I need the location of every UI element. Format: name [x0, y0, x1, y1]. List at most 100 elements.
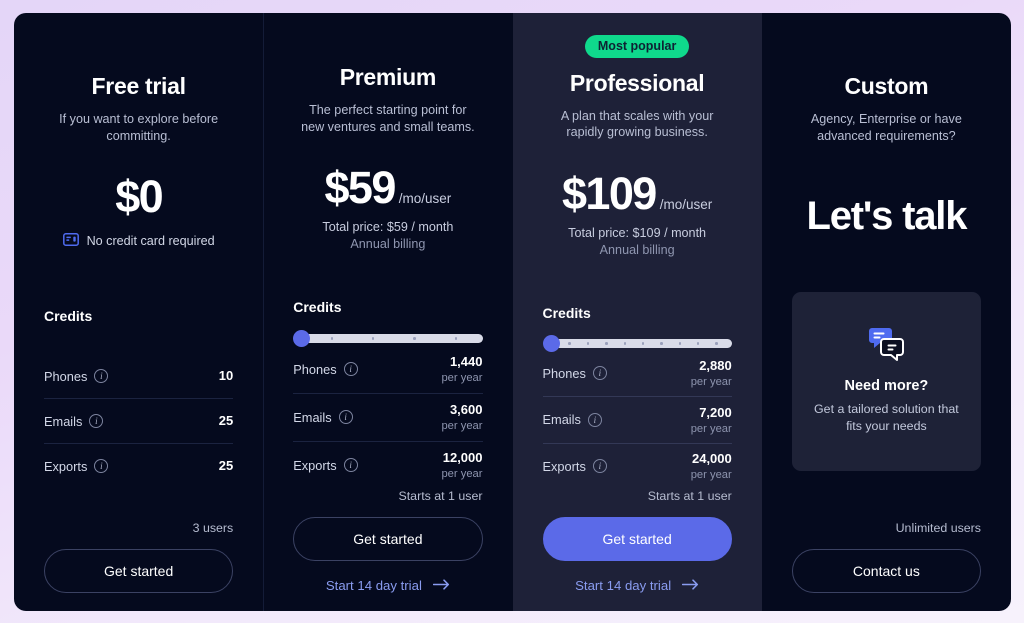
credit-label: Emails i: [543, 412, 602, 427]
users-note: Starts at 1 user: [398, 489, 483, 503]
get-started-button[interactable]: Get started: [542, 517, 732, 561]
credits-slider[interactable]: [542, 335, 732, 353]
plan-column-custom: Custom Agency, Enterprise or have advanc…: [762, 13, 1011, 611]
info-icon[interactable]: i: [94, 459, 109, 474]
need-more-card: Need more? Get a tailored solution that …: [791, 292, 981, 471]
plan-footer: Starts at 1 user Get started Start 14 da…: [542, 489, 732, 611]
badge-slot: [44, 35, 233, 61]
slider-track[interactable]: [554, 339, 732, 349]
credit-label: Phones i: [543, 366, 607, 381]
plan-footer: 3 users Get started: [44, 521, 234, 611]
slider-tick: [605, 342, 608, 345]
slider-tick: [623, 342, 626, 345]
lets-talk-headline: Let's talk: [806, 194, 967, 239]
start-trial-label: Start 14 day trial: [325, 578, 422, 593]
credit-number: 1,440: [449, 354, 483, 370]
credit-row: Exports i 24,000 per year: [543, 444, 732, 489]
credits-heading: Credits: [44, 308, 93, 325]
contact-us-button[interactable]: Contact us: [791, 549, 981, 593]
credit-period: per year: [690, 469, 732, 482]
credit-value: 25: [219, 412, 233, 430]
price-note: No credit card required: [44, 233, 233, 249]
plan-description: If you want to explore before committing…: [59, 112, 219, 143]
plan-column-professional: Most popular Professional A plan that sc…: [512, 13, 762, 611]
start-trial-link[interactable]: Start 14 day trial: [543, 578, 732, 593]
credit-number: 10: [218, 368, 234, 384]
credit-row: Emails i 7,200 per year: [542, 397, 732, 444]
slider-tick: [330, 337, 334, 340]
get-started-button[interactable]: Get started: [293, 517, 483, 561]
badge-slot: Most popular: [543, 35, 732, 58]
arrow-right-icon: [432, 578, 450, 593]
credit-label: Exports i: [543, 459, 607, 474]
badge-slot: [293, 35, 482, 52]
credit-period: per year: [690, 422, 732, 435]
plan-description: The perfect starting point for new ventu…: [301, 103, 475, 134]
info-icon[interactable]: i: [94, 369, 109, 384]
credit-number: 3,600: [449, 402, 483, 418]
credit-value: 12,000 per year: [441, 449, 482, 481]
need-more-text: Get a tailored solution that fits your n…: [814, 402, 959, 433]
start-trial-label: Start 14 day trial: [575, 578, 672, 593]
price-amount: $59: [324, 162, 396, 214]
credit-row: Exports i 12,000 per year: [293, 442, 482, 489]
slider-tick: [660, 342, 663, 345]
slider-thumb[interactable]: [293, 329, 311, 347]
plan-title: Custom: [844, 73, 929, 99]
credit-name: Phones: [44, 368, 88, 384]
info-icon[interactable]: i: [338, 410, 353, 425]
price-total: Total price: $59 / month: [322, 220, 454, 235]
users-note: 3 users: [192, 521, 234, 535]
price-line: $109 /mo/user: [543, 171, 732, 216]
credit-period: per year: [690, 376, 732, 389]
credits-slider[interactable]: [293, 329, 483, 347]
credit-row: Phones i 1,440 per year: [293, 345, 483, 394]
start-trial-link[interactable]: Start 14 day trial: [293, 578, 482, 593]
credits-spacer: [44, 324, 233, 354]
info-icon[interactable]: i: [89, 414, 104, 429]
credit-label: Emails i: [293, 409, 353, 425]
price-unit: /mo/user: [398, 191, 452, 207]
credit-value: 10: [219, 367, 233, 385]
info-icon[interactable]: i: [592, 459, 607, 474]
credit-row: Emails i 25: [44, 399, 234, 445]
credit-label: Phones i: [44, 368, 109, 384]
credit-value: 25: [219, 457, 233, 475]
slider-thumb[interactable]: [542, 335, 560, 353]
price-note-label: No credit card required: [86, 234, 215, 249]
credit-row: Exports i 25: [44, 444, 233, 488]
credit-value: 2,880 per year: [691, 357, 732, 389]
info-icon[interactable]: i: [343, 362, 358, 377]
credit-card-icon: [62, 233, 79, 249]
pricing-board: Free trial If you want to explore before…: [14, 13, 1011, 611]
slider-tick: [568, 342, 571, 345]
info-icon[interactable]: i: [587, 412, 602, 427]
credit-number: 12,000: [442, 450, 483, 466]
slider-tick: [715, 342, 718, 345]
slider-tick: [413, 337, 416, 340]
price-amount: $0: [115, 171, 163, 223]
slider-track[interactable]: [305, 333, 483, 343]
credit-number: 25: [218, 458, 234, 474]
credit-number: 24,000: [691, 451, 732, 467]
info-icon[interactable]: i: [592, 366, 607, 381]
credit-name: Emails: [542, 412, 581, 428]
credit-period: per year: [441, 372, 483, 385]
need-more-title: Need more?: [844, 378, 929, 395]
credits-heading: Credits: [542, 304, 591, 321]
price-amount: $109: [562, 167, 657, 219]
credit-period: per year: [441, 468, 483, 481]
info-icon[interactable]: i: [343, 458, 358, 473]
get-started-button[interactable]: Get started: [44, 549, 234, 593]
credit-value: 1,440 per year: [441, 353, 482, 385]
credit-value: 7,200 per year: [691, 404, 732, 436]
credit-name: Phones: [542, 365, 586, 381]
credit-name: Emails: [293, 409, 332, 425]
price-total: Total price: $109 / month: [568, 225, 707, 240]
plan-description: Agency, Enterprise or have advanced requ…: [810, 112, 962, 143]
credit-label: Exports i: [44, 459, 109, 474]
credit-label: Phones i: [293, 362, 358, 377]
plan-title: Professional: [569, 69, 705, 96]
slider-tick: [641, 342, 645, 345]
users-note: Unlimited users: [895, 521, 981, 535]
